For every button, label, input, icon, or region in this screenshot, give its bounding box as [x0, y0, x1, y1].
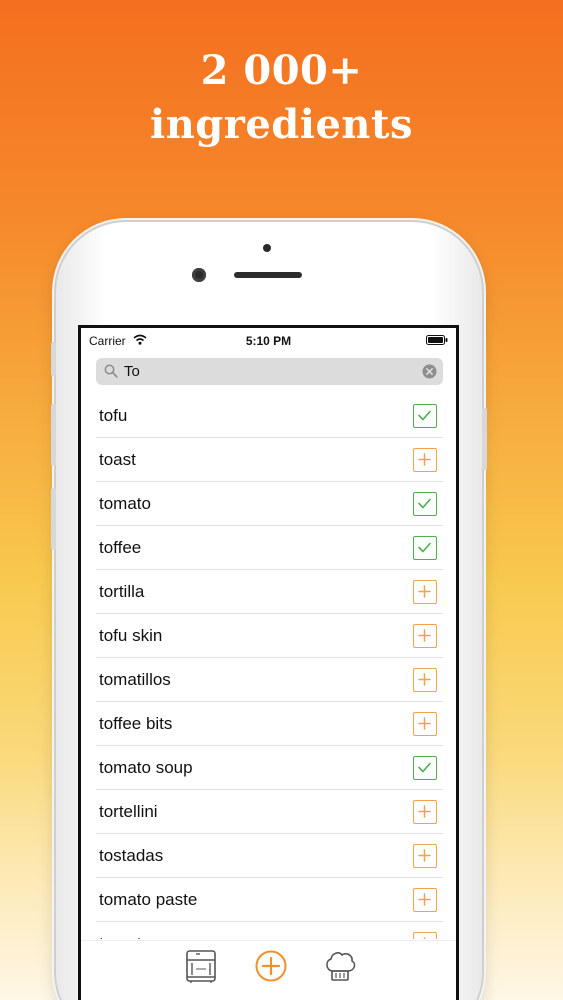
add-box-icon[interactable]: [413, 712, 437, 736]
ingredient-name: tomato soup: [99, 758, 193, 777]
add-box-icon[interactable]: [413, 932, 437, 939]
add-box-icon[interactable]: [413, 888, 437, 912]
tab-bar: [81, 940, 456, 1000]
ingredient-name: toffee bits: [99, 714, 173, 733]
phone-sensor: [263, 244, 271, 252]
phone-speaker: [234, 272, 302, 278]
status-time: 5:10 PM: [245, 334, 292, 348]
headline-count: 2 000+: [200, 47, 363, 94]
promo-headline: 2 000+ ingredients: [0, 44, 563, 152]
phone-mute-switch: [51, 342, 56, 376]
ingredient-row[interactable]: tostadas: [96, 834, 443, 878]
add-box-icon[interactable]: [413, 800, 437, 824]
ingredient-row[interactable]: tofu skin: [96, 614, 443, 658]
battery-icon: [426, 335, 448, 345]
chef-hat-icon[interactable]: [323, 949, 357, 983]
ingredient-name: tostadas: [99, 846, 164, 865]
ingredient-row[interactable]: toffee bits: [96, 702, 443, 746]
add-box-icon[interactable]: [413, 668, 437, 692]
add-box-icon[interactable]: [413, 580, 437, 604]
ingredient-name: tomato: [99, 494, 151, 513]
ingredient-name: tofu: [99, 406, 128, 425]
search-input[interactable]: [124, 361, 404, 382]
ingredient-row[interactable]: toffee: [96, 526, 443, 570]
ingredient-name: tortellini: [99, 802, 158, 821]
add-box-icon[interactable]: [413, 448, 437, 472]
add-box-icon[interactable]: [413, 624, 437, 648]
ingredient-name: tofu skin: [99, 626, 163, 645]
ingredient-name: tortilla: [99, 582, 145, 601]
ingredient-name: tomato paste: [99, 890, 198, 909]
clear-search-icon[interactable]: [422, 364, 437, 379]
ingredient-row[interactable]: tomatillos: [96, 658, 443, 702]
phone-power-button: [482, 408, 487, 470]
phone-camera: [192, 268, 206, 282]
app-screen: Carrier 5:10 PM tofu toast tomato toffee tor…: [78, 325, 459, 1000]
ingredient-name: tomato sauce: [99, 934, 201, 939]
ingredient-row[interactable]: tofu: [96, 394, 443, 438]
ingredient-row[interactable]: tomato soup: [96, 746, 443, 790]
checked-box-icon[interactable]: [413, 492, 437, 516]
checked-box-icon[interactable]: [413, 404, 437, 428]
phone-volume-down: [51, 488, 56, 550]
ingredient-name: toffee: [99, 538, 142, 557]
ingredient-row[interactable]: tomato: [96, 482, 443, 526]
ingredient-row[interactable]: tomato sauce: [96, 922, 443, 939]
headline-label: ingredients: [150, 101, 413, 148]
ingredient-name: tomatillos: [99, 670, 171, 689]
search-icon: [104, 364, 118, 378]
ingredient-list[interactable]: tofu toast tomato toffee tortilla tofu skin to…: [96, 394, 443, 939]
phone-volume-up: [51, 404, 56, 466]
search-bar[interactable]: [96, 358, 443, 385]
add-circle-icon[interactable]: [254, 949, 288, 983]
ingredient-row[interactable]: tomato paste: [96, 878, 443, 922]
ingredient-row[interactable]: toast: [96, 438, 443, 482]
ingredient-name: toast: [99, 450, 136, 469]
ingredient-row[interactable]: tortellini: [96, 790, 443, 834]
add-box-icon[interactable]: [413, 844, 437, 868]
status-bar: Carrier 5:10 PM: [81, 328, 456, 354]
ingredient-row[interactable]: tortilla: [96, 570, 443, 614]
fridge-icon[interactable]: [184, 949, 218, 983]
checked-box-icon[interactable]: [413, 536, 437, 560]
checked-box-icon[interactable]: [413, 756, 437, 780]
